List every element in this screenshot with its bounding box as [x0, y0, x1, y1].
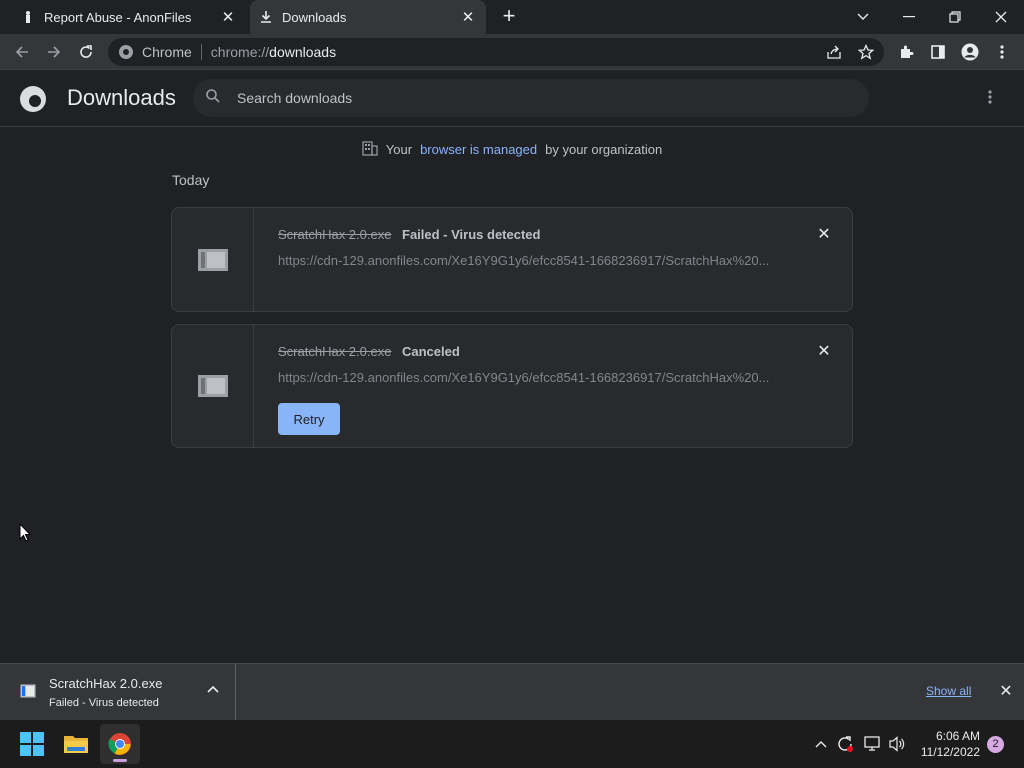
forward-button[interactable] [40, 38, 68, 66]
site-label: Chrome [142, 44, 192, 60]
downloads-header: Downloads [0, 71, 1024, 127]
download-status: Failed - Virus detected [402, 227, 541, 242]
tab-search-icon[interactable] [840, 0, 886, 34]
search-icon [205, 88, 221, 109]
side-panel-icon[interactable] [924, 38, 952, 66]
network-icon[interactable] [861, 733, 883, 755]
menu-icon[interactable] [988, 38, 1016, 66]
browser-toolbar: Chrome chrome:// downloads [0, 34, 1024, 70]
chrome-icon [118, 44, 134, 60]
share-icon[interactable] [820, 38, 848, 66]
mouse-cursor-icon [19, 522, 32, 547]
remove-icon[interactable]: ✕ [814, 342, 834, 362]
windows-start-icon[interactable] [12, 724, 52, 764]
download-url[interactable]: https://cdn-129.anonfiles.com/Xe16Y9G1y6… [278, 253, 778, 268]
clock[interactable]: 6:06 AM 11/12/2022 [918, 728, 980, 760]
chrome-taskbar-icon[interactable] [100, 724, 140, 764]
address-bar[interactable]: Chrome chrome:// downloads [108, 38, 884, 66]
close-window-button[interactable] [978, 0, 1024, 34]
managed-notice: Your browser is managed by your organiza… [0, 140, 1024, 159]
file-name[interactable]: ScratchHax 2.0.exe [278, 344, 391, 359]
managed-suffix: by your organization [545, 142, 663, 157]
download-shelf: ScratchHax 2.0.exe Failed - Virus detect… [0, 663, 1024, 720]
file-explorer-icon[interactable] [56, 724, 96, 764]
download-url[interactable]: https://cdn-129.anonfiles.com/Xe16Y9G1y6… [278, 370, 778, 385]
sync-icon[interactable] [834, 733, 856, 755]
close-icon[interactable]: ✕ [458, 7, 478, 27]
chevron-up-icon[interactable] [810, 733, 832, 755]
taskbar: 6:06 AM 11/12/2022 [0, 720, 1024, 768]
shelf-status: Failed - Virus detected [49, 697, 159, 709]
tab-label: Report Abuse - AnonFiles [44, 9, 192, 25]
volume-icon[interactable] [886, 733, 908, 755]
managed-link[interactable]: browser is managed [420, 142, 537, 157]
search-box[interactable] [193, 79, 869, 117]
bookmark-star-icon[interactable] [852, 38, 880, 66]
file-icon [172, 325, 254, 447]
restore-button[interactable] [932, 0, 978, 34]
shelf-file-name: ScratchHax 2.0.exe [49, 676, 163, 691]
download-item: ScratchHax 2.0.exe Failed - Virus detect… [171, 207, 853, 312]
show-all-link[interactable]: Show all [926, 684, 971, 698]
notification-badge[interactable]: 2 [987, 736, 1004, 753]
more-actions-icon[interactable] [980, 89, 1000, 109]
tab-label: Downloads [282, 9, 347, 25]
managed-prefix: Your [385, 142, 413, 157]
file-icon [172, 208, 254, 311]
shelf-download-item[interactable]: ScratchHax 2.0.exe Failed - Virus detect… [0, 664, 236, 720]
chevron-up-icon[interactable] [204, 682, 222, 700]
file-icon [20, 684, 36, 703]
building-icon [362, 140, 378, 159]
url-path: downloads [269, 44, 337, 60]
clock-time: 6:06 AM [935, 729, 980, 743]
section-heading: Today [172, 172, 210, 188]
chrome-logo-icon [20, 86, 46, 112]
retry-button[interactable]: Retry [278, 403, 340, 435]
download-icon [258, 9, 274, 25]
close-shelf-icon[interactable]: ✕ [996, 681, 1016, 701]
url-scheme: chrome:// [210, 44, 270, 60]
file-name[interactable]: ScratchHax 2.0.exe [278, 227, 391, 242]
back-button[interactable] [8, 38, 36, 66]
divider [200, 44, 202, 60]
close-icon[interactable]: ✕ [218, 7, 238, 27]
reload-button[interactable] [72, 38, 100, 66]
download-item: ScratchHax 2.0.exe Canceled https://cdn-… [171, 324, 853, 448]
download-status: Canceled [402, 344, 460, 359]
remove-icon[interactable]: ✕ [814, 225, 834, 245]
minimize-button[interactable] [886, 0, 932, 34]
search-input[interactable] [237, 90, 837, 106]
extensions-icon[interactable] [892, 38, 920, 66]
tab-report-abuse[interactable]: Report Abuse - AnonFiles ✕ [12, 0, 246, 34]
profile-icon[interactable] [956, 38, 984, 66]
anonfiles-icon [20, 9, 36, 25]
page-title: Downloads [67, 85, 176, 110]
new-tab-button[interactable]: + [497, 5, 521, 29]
title-bar: Report Abuse - AnonFiles ✕ Downloads ✕ + [0, 0, 1024, 34]
clock-date: 11/12/2022 [920, 745, 980, 759]
tab-downloads[interactable]: Downloads ✕ [250, 0, 486, 34]
